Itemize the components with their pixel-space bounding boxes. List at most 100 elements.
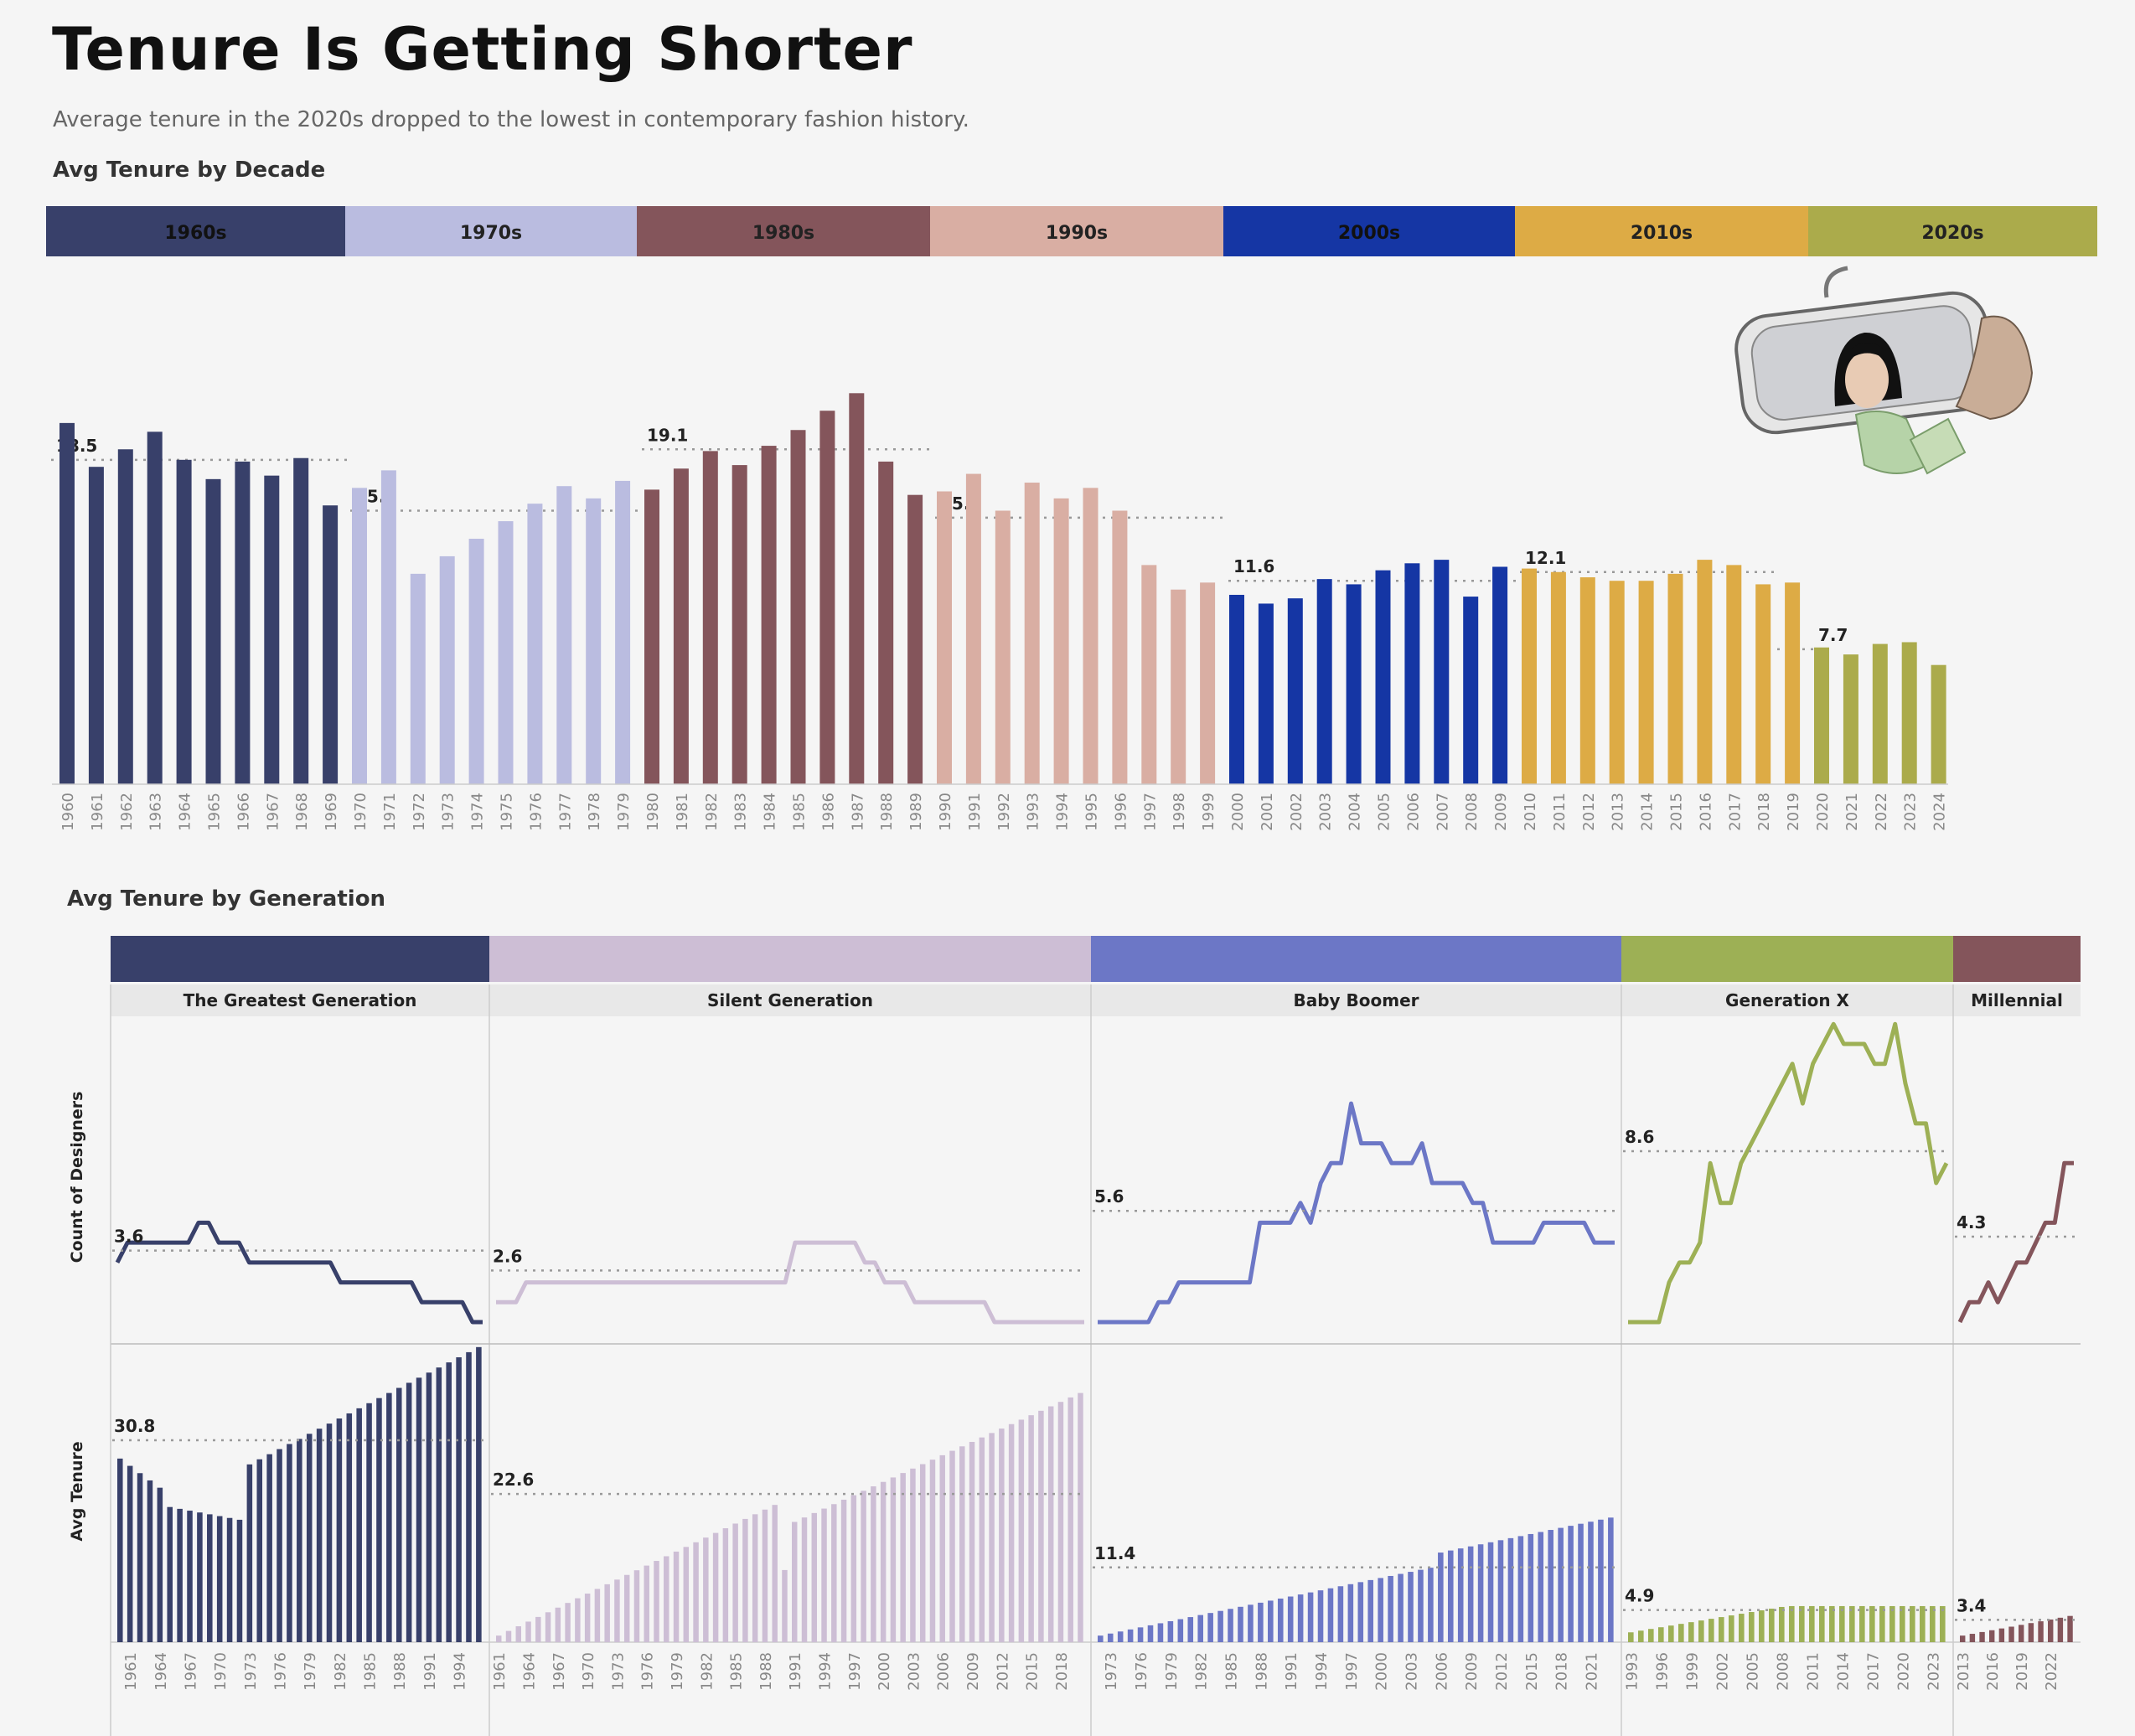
tenure-bar — [535, 1616, 541, 1642]
generation-year-tick: 1973 — [1103, 1652, 1120, 1691]
avg-tenure-bars: 30.8 22.6 11.4 4.9 3.4 — [112, 1346, 2076, 1642]
generation-year-tick: 1970 — [212, 1652, 230, 1691]
year-tick-label: 1963 — [147, 793, 165, 831]
generation-year-tick: 2012 — [1493, 1652, 1511, 1691]
tenure-bar — [1819, 1605, 1825, 1642]
tenure-bar — [2019, 1625, 2024, 1642]
year-tick-label: 2002 — [1288, 793, 1305, 831]
tenure-bar — [644, 1565, 649, 1642]
tenure-bar — [236, 1519, 243, 1642]
decade-bar — [1024, 483, 1040, 784]
decade-bar — [293, 457, 309, 784]
decade-bar — [1697, 560, 1713, 784]
generation-panel-grid — [110, 984, 2081, 1736]
decade-bar — [117, 449, 133, 784]
generation-year-tick: 1997 — [846, 1652, 864, 1691]
generation-year-tick: 1994 — [452, 1652, 469, 1691]
tenure-bar — [416, 1377, 422, 1642]
tenure-bar — [476, 1346, 482, 1642]
tenure-bar — [1538, 1532, 1544, 1642]
decade-bar — [1287, 598, 1303, 784]
year-tick-label: 1960 — [59, 793, 77, 831]
tenure-bar — [2038, 1621, 2044, 1642]
tenure-bar — [1107, 1633, 1114, 1642]
tenure-bar — [456, 1357, 462, 1642]
tenure-bar — [297, 1439, 302, 1642]
decade-bar — [235, 461, 251, 784]
tenure-bar — [614, 1579, 620, 1642]
year-tick-label: 1962 — [118, 793, 136, 831]
year-tick-label: 1983 — [732, 793, 750, 831]
year-tick-label: 1964 — [177, 793, 194, 831]
decade-bar — [907, 494, 923, 784]
tenure-bar — [1238, 1606, 1243, 1642]
generation-year-tick: 1979 — [669, 1652, 686, 1691]
tenure-bar — [1228, 1609, 1233, 1642]
year-tick-label: 2007 — [1434, 793, 1451, 831]
tenure-bar — [732, 1523, 738, 1642]
tenure-bar — [1297, 1594, 1304, 1642]
decade-bar — [1843, 654, 1858, 784]
tenure-bar — [1628, 1632, 1634, 1642]
year-tick-label: 1988 — [878, 793, 896, 831]
tenure-bar — [623, 1574, 630, 1642]
tenure-bar — [900, 1473, 906, 1642]
tenure-bar — [1829, 1605, 1835, 1642]
tenure-bar — [949, 1450, 955, 1642]
year-tick-label: 2005 — [1376, 793, 1393, 831]
decade-bar — [468, 539, 484, 784]
generation-year-tick: 2019 — [2014, 1652, 2031, 1691]
tenure-bar — [1969, 1634, 1976, 1642]
year-tick-label: 2001 — [1259, 793, 1276, 831]
generation-year-tick: 2015 — [1523, 1652, 1541, 1691]
generation-year-tick: 2011 — [1804, 1652, 1822, 1691]
tenure-bar — [246, 1464, 253, 1642]
year-tick-label: 2008 — [1463, 793, 1481, 831]
year-tick-label: 2019 — [1785, 793, 1802, 831]
count-average-label: 2.6 — [493, 1246, 522, 1266]
year-tick-label: 2020 — [1814, 793, 1832, 831]
tenure-bar — [216, 1516, 223, 1642]
generation-year-tick: 1982 — [698, 1652, 716, 1691]
tenure-bar — [1749, 1612, 1755, 1642]
tenure-bar — [1608, 1517, 1614, 1642]
tenure-bar — [1869, 1605, 1875, 1642]
tenure-bar — [1709, 1619, 1714, 1642]
decade-bar — [1053, 498, 1069, 784]
year-tick-label: 1980 — [644, 793, 662, 831]
tenure-bar — [1668, 1625, 1674, 1642]
count-line-2 — [1098, 1101, 1615, 1325]
year-tick-label: 1984 — [762, 793, 779, 831]
count-line-0 — [115, 1220, 483, 1325]
count-average-label: 3.6 — [114, 1227, 143, 1247]
decade-bar — [673, 468, 689, 784]
generation-year-tick: 1991 — [1283, 1652, 1300, 1691]
generation-year-tick: 1973 — [609, 1652, 627, 1691]
tenure-bar — [919, 1464, 926, 1642]
generation-year-tick: 1985 — [1223, 1652, 1241, 1691]
tenure-average-label: 11.4 — [1094, 1543, 1135, 1563]
year-tick-label: 1999 — [1200, 793, 1217, 831]
tenure-bar — [177, 1508, 183, 1642]
year-tick-label: 2013 — [1610, 793, 1627, 831]
tenure-bar — [1789, 1605, 1795, 1642]
tenure-average-label: 22.6 — [493, 1470, 534, 1490]
tenure-bar — [1799, 1605, 1805, 1642]
year-tick-label: 2023 — [1902, 793, 1920, 831]
decade-bar — [1931, 664, 1946, 784]
generation-color-band — [489, 936, 1091, 982]
tenure-bar — [525, 1621, 531, 1642]
decade-header-label: 1970s — [460, 223, 522, 244]
generation-year-tick: 2014 — [1834, 1652, 1852, 1691]
tenure-bar — [1930, 1605, 1936, 1642]
decade-bar — [264, 475, 280, 784]
generation-year-tick: 2018 — [1553, 1652, 1571, 1691]
tenure-bar — [584, 1594, 591, 1642]
tenure-axis-label: Avg Tenure — [68, 1441, 86, 1541]
decade-bar — [790, 430, 806, 784]
tenure-bar — [1849, 1605, 1855, 1642]
year-tick-label: 1972 — [411, 793, 428, 831]
generation-year-tick: 2009 — [1463, 1652, 1481, 1691]
tenure-bar — [850, 1495, 857, 1642]
generation-year-tick: 2005 — [1744, 1652, 1761, 1691]
